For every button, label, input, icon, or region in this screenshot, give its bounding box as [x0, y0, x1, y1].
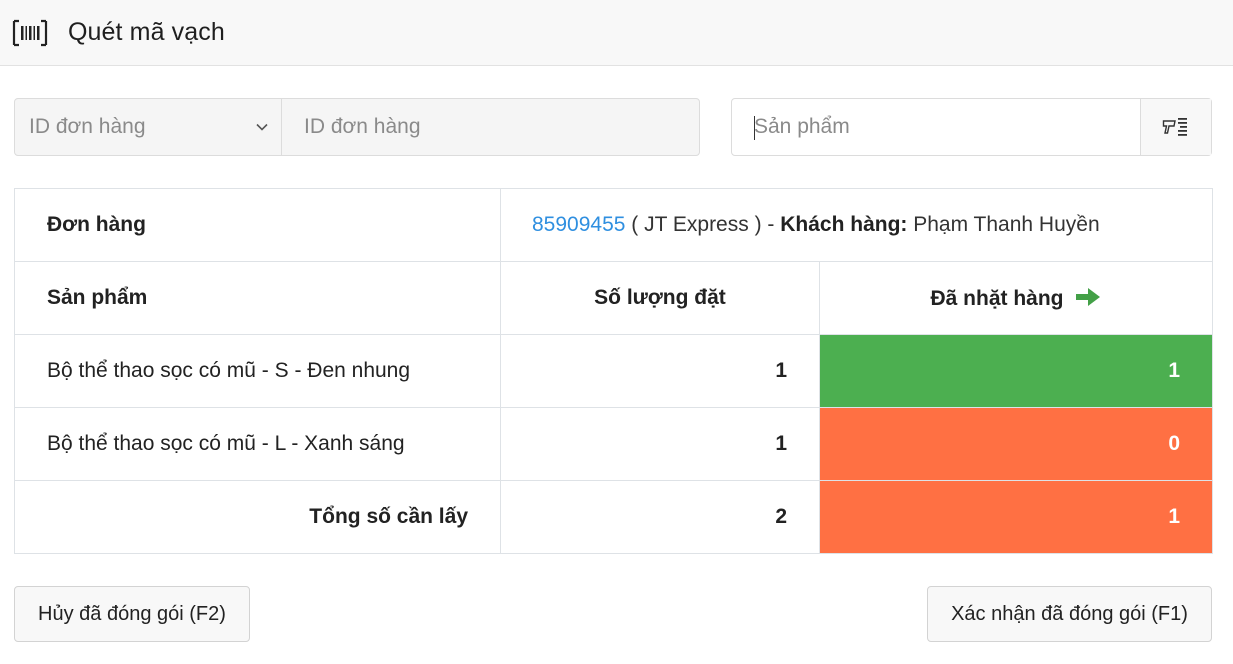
ordered-qty: 1	[500, 334, 820, 408]
customer-label: Khách hàng:	[780, 213, 908, 236]
picked-qty: 1	[818, 334, 1214, 408]
chevron-down-icon	[256, 123, 268, 131]
product-input[interactable]: Sản phẩm	[732, 99, 1140, 155]
table-row: Bộ thể thao sọc có mũ - S - Đen nhung 1 …	[14, 334, 1214, 408]
order-id-select[interactable]: ID đơn hàng	[15, 99, 282, 155]
arrow-right-icon	[1075, 287, 1100, 306]
product-input-placeholder: Sản phẩm	[754, 115, 850, 138]
product-search-group: Sản phẩm	[731, 98, 1212, 156]
total-row: Tổng số cần lấy 2 1	[14, 480, 1214, 554]
order-row: Đơn hàng 85909455 ( JT Express ) - Khách…	[14, 188, 1214, 262]
picking-table: Đơn hàng 85909455 ( JT Express ) - Khách…	[14, 188, 1214, 554]
col-header-product: Sản phẩm	[14, 261, 501, 335]
customer-name: Phạm Thanh Huyền	[907, 213, 1100, 236]
order-id-input-placeholder: ID đơn hàng	[304, 115, 421, 138]
confirm-packed-button[interactable]: Xác nhận đã đóng gói (F1)	[927, 586, 1212, 642]
col-header-ordered: Số lượng đặt	[500, 261, 820, 335]
col-header-picked: Đã nhặt hàng	[818, 261, 1214, 335]
text-caret	[754, 116, 755, 140]
barcode-icon	[12, 19, 48, 46]
carrier-text: ( JT Express ) -	[625, 213, 781, 236]
total-picked: 1	[818, 480, 1214, 554]
barcode-scanner-icon	[1162, 118, 1187, 136]
ordered-qty: 1	[500, 407, 820, 481]
table-header-row: Sản phẩm Số lượng đặt Đã nhặt hàng	[14, 261, 1214, 335]
table-row: Bộ thể thao sọc có mũ - L - Xanh sáng 1 …	[14, 407, 1214, 481]
page-title: Quét mã vạch	[68, 18, 225, 46]
col-header-picked-label: Đã nhặt hàng	[930, 286, 1064, 310]
order-info: 85909455 ( JT Express ) - Khách hàng: Ph…	[499, 188, 1214, 262]
product-name: Bộ thể thao sọc có mũ - S - Đen nhung	[14, 334, 501, 408]
order-id-input[interactable]: ID đơn hàng	[282, 99, 699, 155]
total-label: Tổng số cần lấy	[14, 480, 501, 554]
scan-button[interactable]	[1140, 99, 1211, 155]
page-header: Quét mã vạch	[0, 0, 1233, 66]
product-name: Bộ thể thao sọc có mũ - L - Xanh sáng	[14, 407, 501, 481]
picked-qty: 0	[818, 407, 1214, 481]
cancel-packed-button[interactable]: Hủy đã đóng gói (F2)	[14, 586, 250, 642]
order-id-select-value: ID đơn hàng	[29, 115, 146, 138]
order-id-link[interactable]: 85909455	[532, 213, 625, 236]
order-label: Đơn hàng	[14, 188, 501, 262]
order-search-group: ID đơn hàng ID đơn hàng	[14, 98, 700, 156]
total-ordered: 2	[500, 480, 820, 554]
